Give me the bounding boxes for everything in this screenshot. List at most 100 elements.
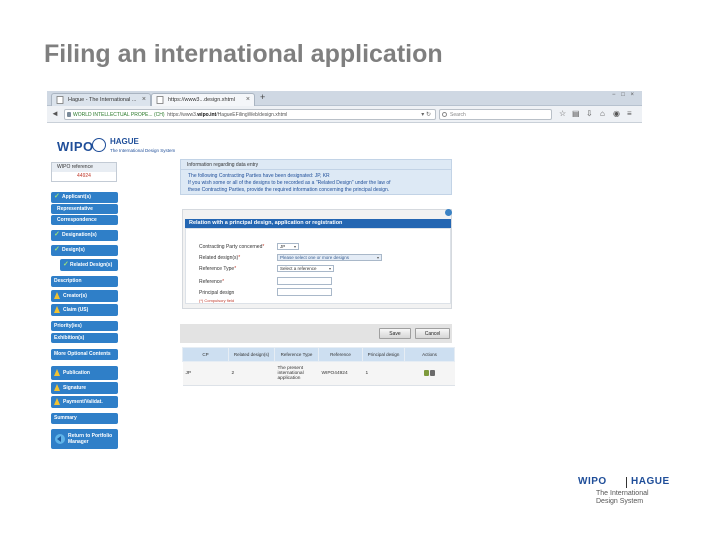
warning-icon <box>54 306 60 313</box>
sidebar-item-applicants[interactable]: ✓ Applicant(s) <box>51 192 118 203</box>
column-header: Actions <box>404 347 455 362</box>
menu-icon[interactable]: ≡ <box>627 109 632 118</box>
footer-logo-hague: HAGUE <box>631 476 670 487</box>
browser-tab-design[interactable]: https://www3...design.xhtml × <box>151 93 255 106</box>
lock-icon <box>67 112 71 117</box>
footer-logo-subtitle: The International <box>596 490 649 497</box>
wipo-reference-label: WIPO reference <box>52 163 116 172</box>
compulsory-note: (*) Compulsory field <box>199 298 235 303</box>
back-icon[interactable]: ◄ <box>51 109 59 118</box>
star-icon[interactable]: ☆ <box>559 109 566 118</box>
sidebar-item-payment-validation[interactable]: Payment/Validat. <box>51 396 118 408</box>
contracting-party-select[interactable]: JP ▾ <box>277 243 299 250</box>
footer-logo: WIPO HAGUE The International Design Syst… <box>578 476 688 516</box>
download-icon[interactable]: ⇩ <box>586 109 593 118</box>
related-designs-label: Related design(s)* <box>199 255 241 261</box>
search-placeholder: Search <box>450 112 466 118</box>
related-designs-table: CP Related design(s) Reference Type Refe… <box>182 347 455 386</box>
column-header: Related design(s) <box>228 347 275 362</box>
cancel-button[interactable]: Cancel <box>415 328 450 339</box>
search-input[interactable]: Search <box>439 109 552 120</box>
warning-icon <box>54 398 60 405</box>
delete-icon[interactable] <box>429 369 435 376</box>
column-header: Principal design <box>362 347 405 362</box>
addon-icon[interactable]: ◉ <box>613 109 620 118</box>
warning-icon <box>54 292 60 299</box>
sidebar-item-correspondence[interactable]: Correspondence <box>51 215 118 225</box>
sidebar-item-description[interactable]: Description <box>51 276 118 287</box>
sidebar-item-claim-us[interactable]: Claim (US) <box>51 304 118 316</box>
new-tab-button[interactable]: + <box>260 92 265 102</box>
sidebar-item-return-portfolio[interactable]: Return to Portfolio Manager <box>51 429 118 449</box>
wipo-reference-value: 44924 <box>77 173 91 179</box>
reload-icon[interactable]: ▾ ↻ <box>421 110 431 119</box>
warning-icon <box>54 369 60 376</box>
footer-logo-wipo: WIPO <box>578 476 607 487</box>
column-header: Reference Type <box>274 347 319 362</box>
sidebar-item-creators[interactable]: Creator(s) <box>51 290 118 302</box>
sidebar-item-related-designs[interactable]: ✓ Related Design(s) <box>60 259 118 271</box>
page-icon <box>156 96 164 104</box>
check-icon: ✓ <box>54 231 60 238</box>
chevron-down-icon: ▾ <box>293 244 296 249</box>
info-panel: Information regarding data entry The fol… <box>180 159 452 195</box>
table-cell: WIPO44924 <box>318 361 363 386</box>
info-line: The following Contracting Parties have b… <box>188 173 330 179</box>
save-button[interactable]: Save <box>379 328 411 339</box>
home-icon[interactable]: ⌂ <box>600 109 605 118</box>
sidebar-item-exhibitions[interactable]: Exhibition(s) <box>51 333 118 343</box>
chevron-down-icon: ▾ <box>376 255 379 260</box>
browser-nav-bar: ◄ WORLD INTELLECTUAL PROPE... (CH) https… <box>47 106 642 123</box>
relation-header: Relation with a principal design, applic… <box>185 219 451 228</box>
search-icon <box>442 112 447 117</box>
related-designs-select[interactable]: Please select one or more designs ▾ <box>277 254 382 261</box>
url-domain: wipo.int <box>197 112 217 118</box>
info-title: Information regarding data entry <box>181 160 451 170</box>
close-icon[interactable]: × <box>142 94 146 106</box>
reference-type-select[interactable]: Select a reference ▾ <box>277 265 334 272</box>
column-header: CP <box>182 347 229 362</box>
wipo-hague-logo[interactable]: WIPO HAGUE The International Design Syst… <box>57 135 175 157</box>
column-header: Reference <box>318 347 363 362</box>
globe-icon <box>92 138 106 152</box>
url-path: /HagueEFilingWeb/design.xhtml <box>216 112 288 118</box>
slide-title: Filing an international application <box>44 40 443 68</box>
reference-type-label: Reference Type* <box>199 266 237 272</box>
window-controls[interactable]: − □ × <box>612 92 636 98</box>
principal-design-input[interactable] <box>277 288 332 296</box>
reference-label: Reference* <box>199 279 225 285</box>
logo-hague: HAGUE <box>110 137 139 146</box>
sidebar-item-signature[interactable]: Signature <box>51 382 118 394</box>
row-actions <box>423 369 436 376</box>
table-row: JP 2 The present international applicati… <box>182 361 455 386</box>
url-organization: WORLD INTELLECTUAL PROPE... (CH) <box>73 112 165 118</box>
table-cell: 1 <box>362 361 405 386</box>
sidebar-item-designs[interactable]: ✓ Design(s) <box>51 245 118 256</box>
sidebar-item-summary[interactable]: Summary <box>51 413 118 424</box>
sidebar-item-publication[interactable]: Publication <box>51 366 118 380</box>
browser-tab-bar: Hague - The International ... × https://… <box>47 91 642 106</box>
page-icon <box>56 96 64 104</box>
browser-tab-hague[interactable]: Hague - The International ... × <box>51 93 151 106</box>
clipboard-icon[interactable]: ▤ <box>572 109 580 118</box>
chevron-down-icon: ▾ <box>328 266 331 271</box>
browser-tab-label: Hague - The International ... <box>68 97 137 103</box>
help-icon[interactable] <box>445 209 452 216</box>
reference-input[interactable] <box>277 277 332 285</box>
edit-icon[interactable] <box>423 369 429 376</box>
sidebar-item-designations[interactable]: ✓ Designation(s) <box>51 230 118 241</box>
info-line: these Contracting Parties, provide the r… <box>188 187 390 193</box>
close-icon[interactable]: × <box>246 94 250 106</box>
check-icon: ✓ <box>63 261 69 268</box>
table-header-row: CP Related design(s) Reference Type Refe… <box>182 347 455 362</box>
check-icon: ✓ <box>54 246 60 253</box>
table-cell: 2 <box>228 361 275 386</box>
action-bar <box>180 324 452 343</box>
url-domain-prefix: https://www3. <box>167 112 198 118</box>
sidebar-item-more-optional-contents[interactable]: More Optional Contents <box>51 349 118 360</box>
sidebar-item-priorities[interactable]: Priority(ies) <box>51 321 118 331</box>
sidebar-item-representative[interactable]: Representative <box>51 204 118 214</box>
principal-design-label: Principal design <box>199 290 235 296</box>
url-bar[interactable]: WORLD INTELLECTUAL PROPE... (CH) https:/… <box>64 109 436 120</box>
warning-icon <box>54 384 60 391</box>
